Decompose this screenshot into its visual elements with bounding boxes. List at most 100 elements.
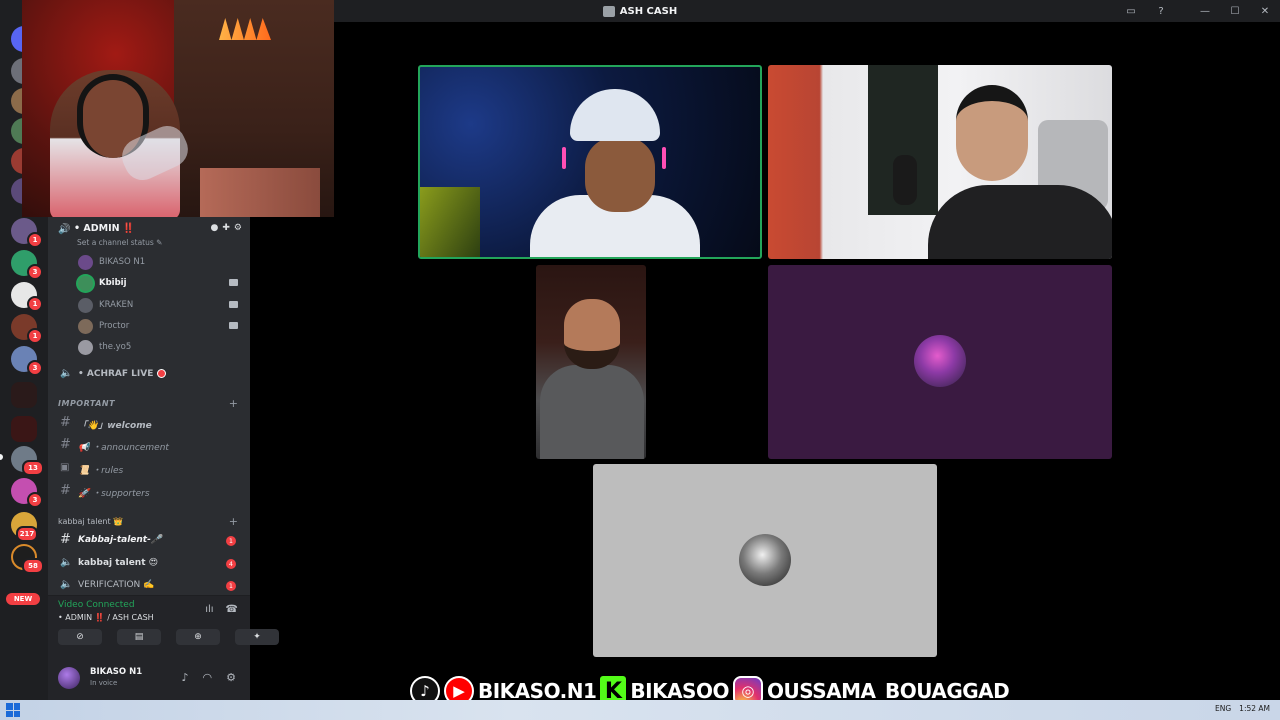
category-kabbaj-talent[interactable]: kabbaj talent 👑: [58, 517, 123, 526]
screen-share-button[interactable]: ▤: [117, 629, 161, 645]
close-button[interactable]: ✕: [1250, 6, 1280, 17]
add-channel-icon[interactable]: +: [229, 515, 238, 528]
avatar: [78, 276, 93, 291]
mention-badge: 13: [22, 460, 44, 476]
inbox-icon[interactable]: ▭: [1116, 6, 1146, 17]
mention-badge: 217: [16, 526, 38, 542]
voice-member[interactable]: KRAKEN: [78, 297, 238, 315]
voice-member[interactable]: Proctor: [78, 318, 238, 336]
channel-rules[interactable]: ▣ 📜 ・rules: [58, 459, 244, 479]
hash-icon: #: [60, 483, 71, 498]
video-tile-avatar[interactable]: [593, 464, 937, 657]
unread-badge: 1: [226, 581, 236, 591]
hash-icon: #: [60, 437, 71, 452]
window-controls: ▭ ? — ☐ ✕: [1116, 0, 1280, 22]
channel-welcome[interactable]: # 「👋」welcome: [58, 414, 244, 434]
channel-icon: [602, 5, 615, 17]
channel-announcement[interactable]: # 📢 ・announcement: [58, 436, 244, 456]
screen: ASH CASH ▭ ? — ☐ ✕ 1 3 1 1 3 13 3 217 58…: [0, 0, 1280, 720]
video-tile-speaking[interactable]: [418, 65, 762, 259]
video-tile-avatar[interactable]: [768, 265, 1112, 459]
channel-status-input[interactable]: Set a channel status ✎: [77, 238, 162, 247]
user-status: In voice: [90, 679, 118, 687]
bucket-hat: [570, 89, 660, 141]
add-channel-icon[interactable]: +: [229, 397, 238, 410]
window-title: ASH CASH: [602, 5, 678, 17]
member-name: BIKASO N1: [99, 257, 146, 267]
windows-start-icon[interactable]: [6, 703, 20, 717]
channel-name: 「👋」welcome: [78, 421, 152, 431]
video-tile[interactable]: [768, 65, 1112, 259]
channel-name: kabbaj talent 😍: [78, 558, 159, 568]
voice-connection-panel: Video Connected • ADMIN ‼️ / ASH CASH ıl…: [48, 595, 279, 659]
gear-icon[interactable]: ⚙: [234, 223, 242, 233]
minimize-button[interactable]: —: [1190, 6, 1220, 17]
voice-channel-name[interactable]: • ADMIN ‼️: [74, 223, 135, 234]
noise-suppression-icon[interactable]: ılı: [205, 604, 213, 615]
avatar: [739, 534, 791, 586]
speaker-icon: 🔊: [58, 224, 71, 235]
language-indicator[interactable]: ENG: [1215, 704, 1231, 713]
new-pill: NEW: [6, 593, 40, 605]
channel-name: Kabbaj-talent-🎤: [78, 535, 163, 545]
channel-kabbaj-talent-text[interactable]: # Kabbaj-talent-🎤 1: [58, 531, 244, 551]
connection-status[interactable]: Video Connected: [58, 600, 135, 610]
channel-sidebar: 🔊 • ADMIN ‼️ Set a channel status ✎ ● ✚ …: [48, 217, 279, 700]
camera-icon: [229, 279, 238, 286]
member-name: KRAKEN: [99, 300, 134, 310]
hash-icon: #: [60, 532, 71, 547]
channel-verification[interactable]: 🔈 VERIFICATION ✍️ 1: [58, 576, 244, 596]
activity-button[interactable]: ⊕: [176, 629, 220, 645]
streamer-webcam: [22, 0, 334, 217]
server-icon[interactable]: [11, 416, 37, 442]
microphone-icon[interactable]: ♪: [181, 671, 188, 684]
avatar: [78, 340, 93, 355]
mention-badge: 1: [27, 328, 43, 344]
mention-badge: 1: [27, 232, 43, 248]
clock[interactable]: 1:52 AM: [1239, 704, 1270, 713]
soundboard-button[interactable]: ✦: [235, 629, 279, 645]
voice-channel-header[interactable]: 🔊 • ADMIN ‼️ Set a channel status ✎ ● ✚ …: [58, 223, 242, 251]
mention-badge: 58: [22, 558, 44, 574]
category-important[interactable]: IMPORTANT: [58, 399, 115, 408]
member-name: Kbibij: [99, 278, 127, 288]
voice-member[interactable]: BIKASO N1: [78, 254, 238, 272]
channel-name: VERIFICATION ✍️: [78, 580, 155, 590]
headphones-icon[interactable]: ◠: [203, 671, 213, 684]
chat-icon[interactable]: ●: [211, 223, 219, 233]
gear-icon[interactable]: ⚙: [226, 671, 236, 684]
live-icon: [157, 369, 167, 378]
channel-name: 🚀 ・supporters: [78, 489, 150, 499]
rules-icon: ▣: [60, 462, 70, 473]
mention-badge: 3: [27, 264, 43, 280]
disconnect-icon[interactable]: ☎: [226, 604, 238, 615]
system-tray: ENG 1:52 AM: [1215, 704, 1270, 713]
voice-member[interactable]: the.yo5: [78, 339, 238, 357]
username[interactable]: BIKASO N1: [90, 667, 142, 677]
video-tile[interactable]: [536, 265, 646, 459]
user-panel: BIKASO N1 In voice ♪ ◠ ⚙: [48, 659, 250, 700]
camera-icon: [229, 322, 238, 329]
help-icon[interactable]: ?: [1146, 6, 1176, 17]
avatar: [914, 335, 966, 387]
unread-badge: 4: [226, 559, 236, 569]
invite-icon[interactable]: ✚: [222, 223, 230, 233]
channel-kabbaj-talent-voice[interactable]: 🔈 kabbaj talent 😍 4: [58, 554, 244, 574]
avatar[interactable]: [58, 667, 80, 689]
connection-location[interactable]: • ADMIN ‼️ / ASH CASH: [58, 613, 154, 622]
server-icon[interactable]: [11, 382, 37, 408]
voice-channel-achraf-live[interactable]: 🔈 • ACHRAF LIVE: [58, 365, 244, 385]
channel-supporters[interactable]: # 🚀 ・supporters: [58, 482, 244, 502]
channel-name: • ACHRAF LIVE: [78, 369, 154, 379]
microphone: [893, 155, 917, 205]
camera-off-button[interactable]: ⊘: [58, 629, 102, 645]
camera-icon: [229, 301, 238, 308]
member-name: the.yo5: [99, 342, 132, 352]
member-name: Proctor: [99, 321, 130, 331]
avatar: [78, 319, 93, 334]
channel-name: 📢 ・announcement: [78, 443, 169, 453]
maximize-button[interactable]: ☐: [1220, 6, 1250, 17]
window-title-text: ASH CASH: [619, 5, 678, 17]
taskbar: ENG 1:52 AM: [0, 700, 1280, 720]
voice-member[interactable]: Kbibij: [78, 275, 238, 293]
